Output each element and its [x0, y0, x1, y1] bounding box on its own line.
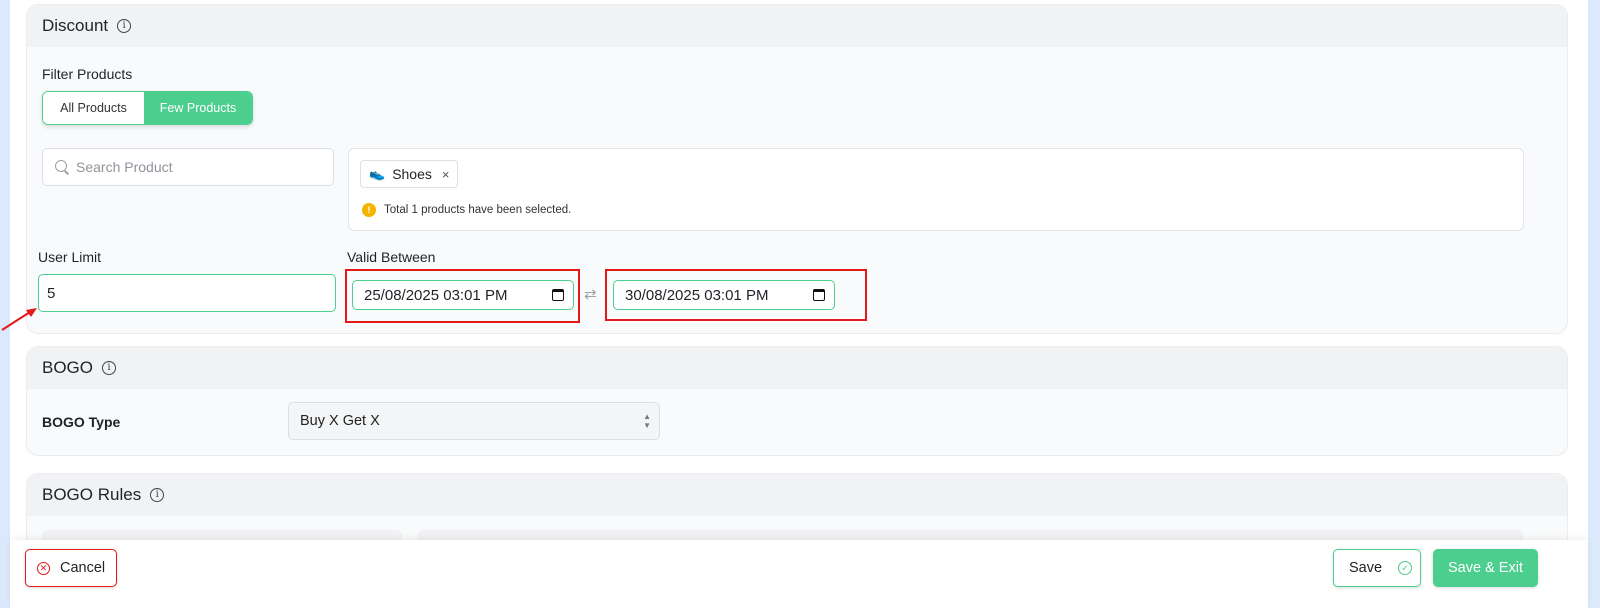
- filter-few-products-option[interactable]: Few Products: [144, 92, 252, 124]
- shoe-icon: 👟: [369, 166, 386, 181]
- select-arrows-icon: ▲ ▼: [643, 412, 651, 430]
- search-product-field[interactable]: [42, 148, 334, 186]
- product-chip-label: Shoes: [392, 166, 432, 182]
- valid-between-label: Valid Between: [347, 249, 436, 265]
- save-exit-button[interactable]: Save & Exit: [1433, 549, 1538, 587]
- bogo-header: BOGO i: [27, 347, 1567, 389]
- search-icon: [55, 160, 69, 174]
- bogo-rules-header: BOGO Rules i: [27, 474, 1567, 516]
- swap-arrows-icon: ⇄: [584, 286, 597, 303]
- warning-icon: !: [362, 203, 376, 217]
- save-label: Save: [1349, 560, 1383, 576]
- selected-products-box: 👟 Shoes × ! Total 1 products have been s…: [348, 148, 1524, 231]
- cancel-label: Cancel: [60, 560, 106, 576]
- footer-bar: ✕ Cancel Save ✓ Save & Exit: [10, 540, 1588, 608]
- filter-products-label: Filter Products: [42, 66, 133, 82]
- bogo-card: BOGO i BOGO Type Buy X Get X ▲ ▼: [26, 346, 1568, 456]
- chip-close-icon[interactable]: ×: [442, 167, 450, 182]
- selection-note: ! Total 1 products have been selected.: [362, 203, 571, 217]
- bogo-type-label: BOGO Type: [42, 414, 121, 430]
- user-limit-label: User Limit: [38, 249, 102, 265]
- search-product-input[interactable]: [76, 159, 316, 175]
- discount-title: Discount: [42, 16, 109, 35]
- bogo-rules-title: BOGO Rules: [42, 485, 142, 504]
- bogo-title: BOGO: [42, 358, 94, 377]
- red-arrow-annotation: [1, 308, 37, 331]
- product-chip: 👟 Shoes ×: [360, 160, 459, 188]
- filter-all-products-option[interactable]: All Products: [43, 92, 144, 124]
- bogo-type-value: Buy X Get X: [300, 413, 380, 429]
- bogo-type-select[interactable]: Buy X Get X ▲ ▼: [288, 402, 660, 440]
- info-icon[interactable]: i: [150, 488, 165, 502]
- check-circle-icon: ✓: [1398, 561, 1413, 575]
- info-icon[interactable]: i: [102, 361, 117, 375]
- selection-note-text: Total 1 products have been selected.: [384, 204, 572, 216]
- save-button[interactable]: Save ✓: [1333, 549, 1421, 587]
- highlight-box: [605, 269, 867, 321]
- discount-header: Discount i: [27, 5, 1567, 47]
- user-limit-input[interactable]: 5: [38, 274, 336, 312]
- cancel-button[interactable]: ✕ Cancel: [25, 549, 117, 587]
- close-circle-icon: ✕: [37, 561, 50, 575]
- page: Discount i Filter Products All Products …: [10, 0, 1588, 608]
- discount-card: Discount i Filter Products All Products …: [26, 4, 1568, 334]
- info-icon[interactable]: i: [117, 19, 132, 33]
- highlight-box: [345, 269, 580, 323]
- filter-products-toggle: All Products Few Products: [42, 91, 253, 125]
